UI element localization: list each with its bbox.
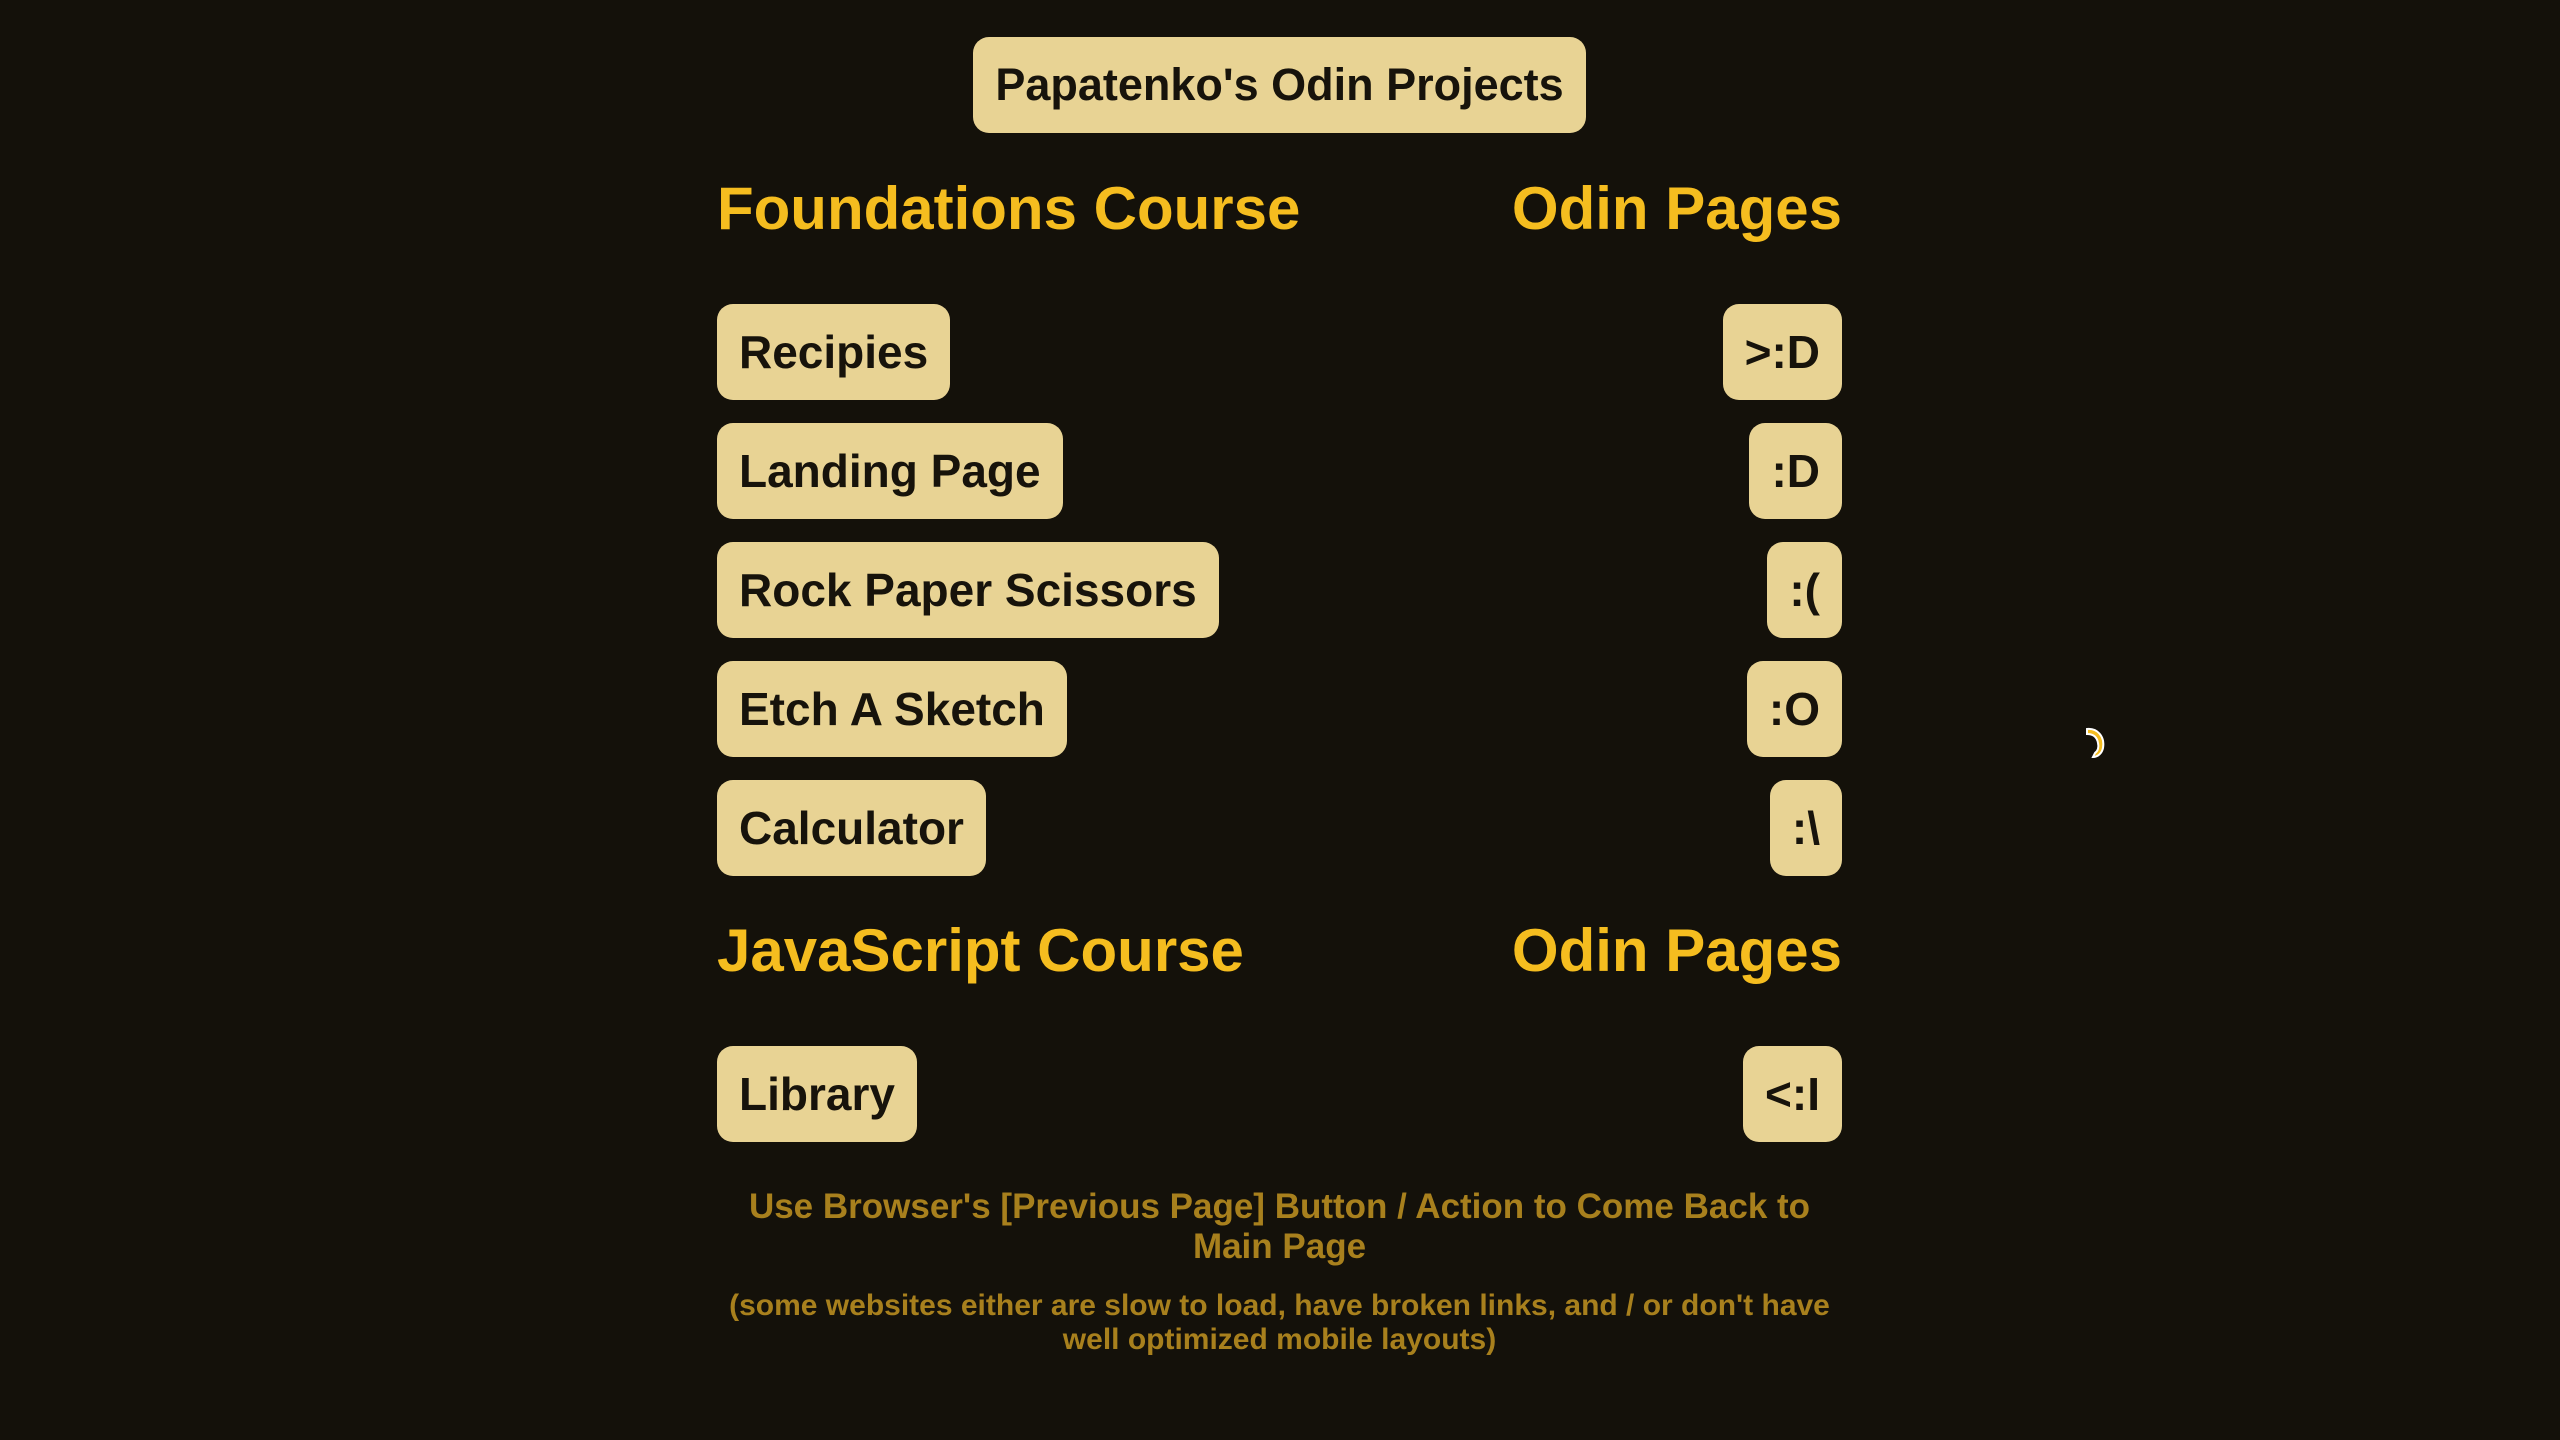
page-title: Papatenko's Odin Projects (973, 37, 1586, 133)
footer-notes: Use Browser's [Previous Page] Button / A… (717, 1187, 1842, 1357)
main-page: Papatenko's Odin Projects Foundations Co… (0, 0, 2560, 1440)
foundations-header: Foundations Course Odin Pages (717, 168, 1842, 248)
odin-page-link-library[interactable]: <:I (1743, 1046, 1842, 1142)
javascript-header: JavaScript Course Odin Pages (717, 910, 1842, 990)
odin-page-link-landing-page[interactable]: :D (1749, 423, 1842, 519)
project-row-etch-a-sketch: Etch A Sketch :O (717, 661, 1842, 757)
back-navigation-note: Use Browser's [Previous Page] Button / A… (748, 1187, 1811, 1266)
project-row-library: Library <:I (717, 1046, 1842, 1142)
project-link-library[interactable]: Library (717, 1046, 917, 1142)
foundations-heading: Foundations Course (717, 174, 1301, 242)
pointer-cursor-icon (2086, 727, 2105, 759)
project-row-rock-paper-scissors: Rock Paper Scissors :( (717, 542, 1842, 638)
odin-page-link-rock-paper-scissors[interactable]: :( (1767, 542, 1842, 638)
foundations-list: Recipies >:D Landing Page :D Rock Paper … (717, 304, 1842, 899)
page-title-text: Papatenko's Odin Projects (995, 59, 1564, 110)
javascript-list: Library <:I (717, 1046, 1842, 1165)
project-row-calculator: Calculator :\ (717, 780, 1842, 876)
odin-page-link-calculator[interactable]: :\ (1769, 780, 1842, 876)
javascript-section: JavaScript Course Odin Pages Library <:I (717, 910, 1842, 1142)
javascript-heading: JavaScript Course (717, 916, 1244, 984)
loading-disclaimer-note: (some websites either are slow to load, … (729, 1289, 1830, 1356)
project-link-rock-paper-scissors[interactable]: Rock Paper Scissors (717, 542, 1219, 638)
javascript-odin-heading: Odin Pages (1511, 916, 1842, 984)
foundations-section: Foundations Course Odin Pages Recipies >… (717, 168, 1842, 876)
project-row-recipies: Recipies >:D (717, 304, 1842, 400)
project-link-recipies[interactable]: Recipies (717, 304, 951, 400)
project-link-calculator[interactable]: Calculator (717, 780, 986, 876)
project-row-landing-page: Landing Page :D (717, 423, 1842, 519)
project-link-etch-a-sketch[interactable]: Etch A Sketch (717, 661, 1067, 757)
project-link-landing-page[interactable]: Landing Page (717, 423, 1063, 519)
odin-page-link-recipies[interactable]: >:D (1722, 304, 1842, 400)
foundations-odin-heading: Odin Pages (1511, 174, 1842, 242)
odin-page-link-etch-a-sketch[interactable]: :O (1746, 661, 1842, 757)
